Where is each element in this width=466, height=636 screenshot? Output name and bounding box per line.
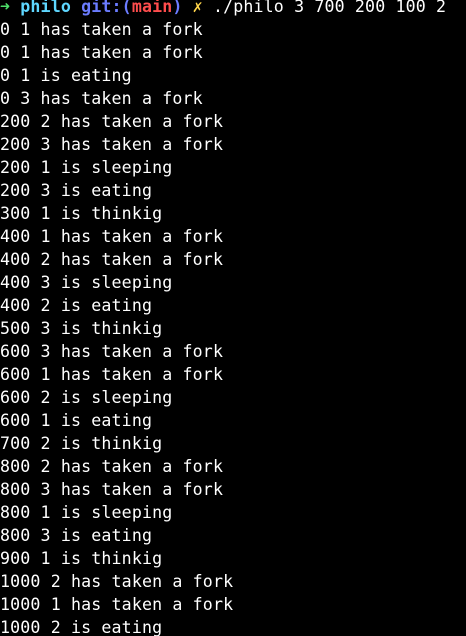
dirty-marker-icon: ✗ <box>192 0 203 16</box>
prompt-arrow-icon: ➜ <box>0 0 11 16</box>
output-line: 800 3 has taken a fork <box>0 480 224 499</box>
output-line: 0 1 is eating <box>0 66 132 85</box>
command-text: ./philo 3 700 200 100 2 <box>212 0 447 16</box>
output-line: 500 3 is thinkig <box>0 319 163 338</box>
git-branch: main <box>131 0 173 16</box>
output-line: 0 1 has taken a fork <box>0 20 203 39</box>
output-line: 400 2 has taken a fork <box>0 250 224 269</box>
output-line: 0 1 has taken a fork <box>0 43 203 62</box>
output-line: 800 1 is sleeping <box>0 503 173 522</box>
shell-prompt: ➜ philo git:(main) ✗ ./philo 3 700 200 1… <box>0 0 466 18</box>
output-line: 800 3 is eating <box>0 526 153 545</box>
git-prefix: git:( <box>81 0 132 16</box>
output-line: 800 2 has taken a fork <box>0 457 224 476</box>
git-suffix: ) <box>172 0 183 16</box>
terminal-window[interactable]: ➜ philo git:(main) ✗ ./philo 3 700 200 1… <box>0 0 466 636</box>
output-line: 900 1 is thinkig <box>0 549 163 568</box>
output-line: 400 3 is sleeping <box>0 273 173 292</box>
command-output: 0 1 has taken a fork 0 1 has taken a fork… <box>0 18 466 636</box>
output-line: 0 3 has taken a fork <box>0 89 203 108</box>
output-line: 400 1 has taken a fork <box>0 227 224 246</box>
output-line: 200 1 is sleeping <box>0 158 173 177</box>
output-line: 1000 2 has taken a fork <box>0 572 234 591</box>
output-line: 600 3 has taken a fork <box>0 342 224 361</box>
output-line: 1000 1 has taken a fork <box>0 595 234 614</box>
output-line: 300 1 is thinkig <box>0 204 163 223</box>
output-line: 200 2 has taken a fork <box>0 112 224 131</box>
output-line: 600 1 has taken a fork <box>0 365 224 384</box>
output-line: 1000 2 is eating <box>0 618 163 636</box>
output-line: 600 2 is sleeping <box>0 388 173 407</box>
output-line: 200 3 has taken a fork <box>0 135 224 154</box>
output-line: 400 2 is eating <box>0 296 153 315</box>
output-line: 700 2 is thinkig <box>0 434 163 453</box>
output-line: 600 1 is eating <box>0 411 153 430</box>
current-directory: philo <box>20 0 71 16</box>
output-line: 200 3 is eating <box>0 181 153 200</box>
